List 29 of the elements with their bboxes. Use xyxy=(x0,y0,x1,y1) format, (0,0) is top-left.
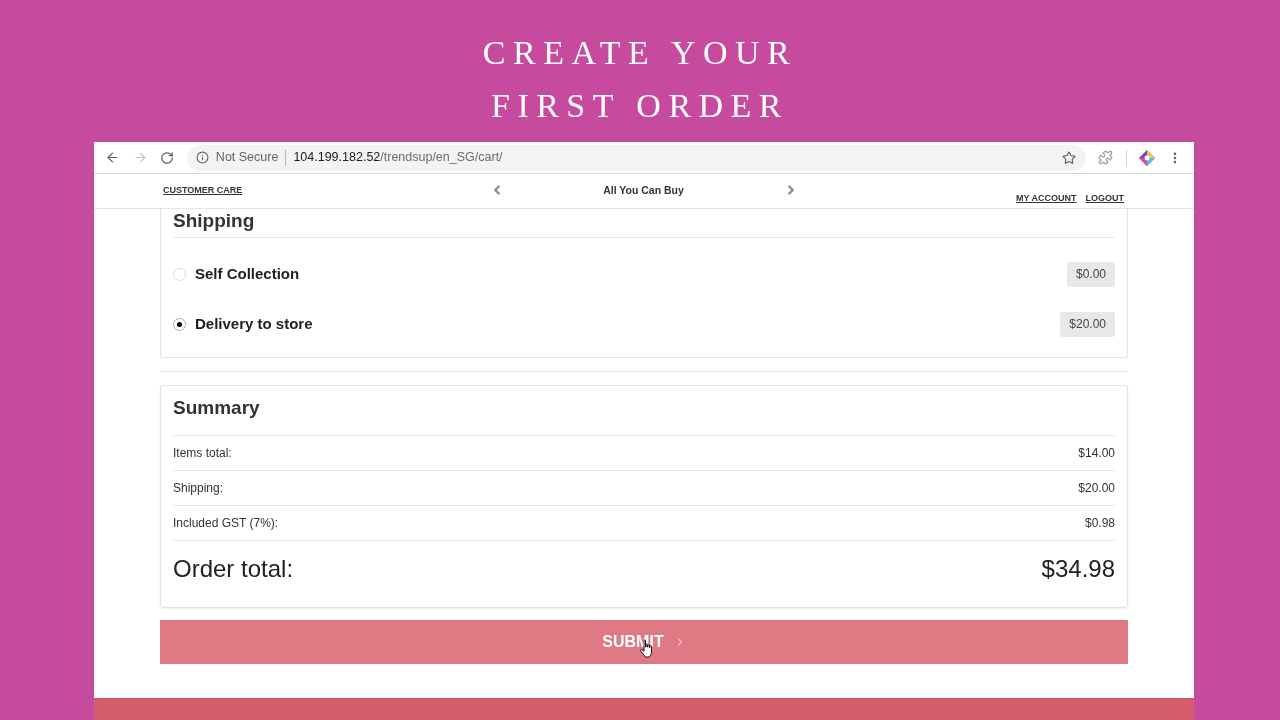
summary-label: Shipping: xyxy=(173,480,224,497)
summary-value: $20.00 xyxy=(1078,480,1115,497)
address-bar[interactable]: Not Secure 104.199.182.52/trendsup/en_SG/cart/ xyxy=(186,144,1087,171)
order-total-label: Order total: xyxy=(173,554,294,584)
reload-icon[interactable] xyxy=(159,150,174,165)
shipping-option-label[interactable]: Delivery to store xyxy=(195,312,313,336)
account-link[interactable]: MY ACCOUNT xyxy=(1016,193,1077,204)
radio-button[interactable] xyxy=(173,267,186,281)
diamond-icon[interactable] xyxy=(1139,149,1156,166)
customer-care-link[interactable]: CUSTOMER CARE xyxy=(163,185,243,196)
summary-value: $0.98 xyxy=(1084,515,1115,532)
summary-label: Included GST (7%): xyxy=(173,515,279,532)
radio-button[interactable] xyxy=(173,317,186,331)
page-title: CREATE YOUR FIRST ORDER xyxy=(482,33,798,126)
account-link[interactable]: LOGOUT xyxy=(1085,193,1124,204)
shipping-heading: Shipping xyxy=(173,209,256,233)
summary-heading: Summary xyxy=(173,396,261,420)
price-tag: $20.00 xyxy=(1060,311,1115,337)
security-label: Not Secure xyxy=(215,149,279,167)
info-icon[interactable] xyxy=(195,151,209,164)
carousel-text: All You Can Buy xyxy=(603,183,684,197)
bookmark-star-icon[interactable] xyxy=(1062,150,1077,165)
url-text: 104.199.182.52/trendsup/en_SG/cart/ xyxy=(293,149,503,167)
puzzle-icon[interactable] xyxy=(1098,150,1114,165)
summary-label: Items total: xyxy=(173,445,232,462)
order-total-value: $34.98 xyxy=(1041,554,1115,584)
summary-value: $14.00 xyxy=(1078,445,1115,462)
price-tag: $0.00 xyxy=(1066,261,1115,287)
shipping-option-label[interactable]: Self Collection xyxy=(195,262,300,286)
